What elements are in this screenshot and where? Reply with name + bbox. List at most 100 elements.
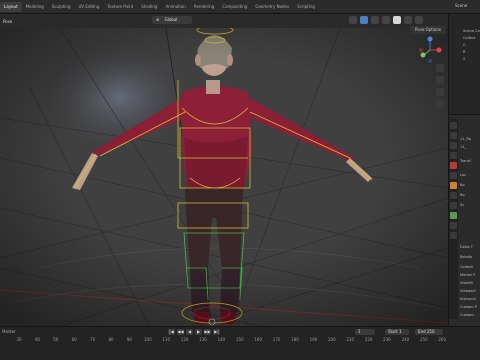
view-layer-tab-icon[interactable] bbox=[450, 152, 457, 159]
navigation-gizmo bbox=[416, 36, 444, 64]
tab-geometry-nodes[interactable]: Geometry Nodes bbox=[251, 2, 293, 12]
timeline-tick-label: 170 bbox=[272, 337, 281, 342]
timeline-tick-label: 60 bbox=[71, 337, 77, 342]
bone-tab-icon[interactable] bbox=[450, 232, 457, 239]
physics-tab-icon[interactable] bbox=[450, 202, 457, 209]
timeline-tick-label: 70 bbox=[90, 337, 96, 342]
tab-scripting[interactable]: Scripting bbox=[293, 2, 319, 12]
jump-end-icon[interactable]: ▶| bbox=[213, 329, 220, 335]
timeline-tick-label: 210 bbox=[346, 337, 355, 342]
properties-row[interactable]: Instancin bbox=[460, 297, 476, 301]
properties-row[interactable]: Collecti bbox=[460, 265, 473, 269]
timeline-tick-label: 160 bbox=[254, 337, 263, 342]
properties-tabs bbox=[449, 119, 458, 319]
jump-start-icon[interactable]: |◀ bbox=[168, 329, 175, 335]
world-tab-icon[interactable] bbox=[450, 172, 457, 179]
timeline-tick-label: 190 bbox=[309, 337, 318, 342]
timeline-marker-menu[interactable]: Marker bbox=[2, 329, 16, 334]
timeline-tick-label: 180 bbox=[291, 337, 299, 342]
start-frame-value: 1 bbox=[399, 329, 402, 334]
properties-row[interactable]: Custom bbox=[460, 313, 474, 317]
play-icon[interactable]: ▶ bbox=[195, 329, 202, 335]
data-tab-icon[interactable] bbox=[450, 222, 457, 229]
outliner-item[interactable]: R bbox=[449, 49, 480, 56]
properties-row[interactable]: 11_ bbox=[460, 145, 466, 149]
end-frame-label: End bbox=[418, 329, 426, 334]
end-frame-field[interactable]: End 250 bbox=[415, 329, 443, 335]
properties-row[interactable]: Loc bbox=[460, 173, 466, 177]
visibility-icon[interactable] bbox=[349, 16, 357, 24]
pose-options-button[interactable]: Pose Options bbox=[410, 26, 446, 34]
tab-shading[interactable]: Shading bbox=[137, 2, 161, 12]
timeline-tick-label: 140 bbox=[217, 337, 226, 342]
solid-shading-icon[interactable] bbox=[393, 16, 401, 24]
render-shading-icon[interactable] bbox=[415, 16, 423, 24]
tab-layout[interactable]: Layout bbox=[0, 2, 22, 12]
outliner-item[interactable]: Scene Col bbox=[449, 28, 480, 35]
timeline-tick-label: 260 bbox=[438, 337, 447, 342]
timeline-tick-label: 100 bbox=[143, 337, 152, 342]
timeline-tick-label: 40 bbox=[34, 337, 40, 342]
3d-viewport[interactable] bbox=[0, 28, 448, 326]
orientation-icon: ⊕ bbox=[156, 17, 160, 22]
mode-label[interactable]: Pose bbox=[3, 19, 12, 24]
outliner[interactable]: Scene Col Collect C R 2 bbox=[448, 14, 480, 114]
tab-uv-editing[interactable]: UV Editing bbox=[75, 2, 104, 12]
properties-row[interactable]: 11_Ro bbox=[460, 137, 471, 141]
render-tab-icon[interactable] bbox=[450, 132, 457, 139]
start-frame-field[interactable]: Start 1 bbox=[385, 329, 409, 335]
outliner-item[interactable]: 2 bbox=[449, 56, 480, 63]
properties-row[interactable]: Relatio bbox=[460, 255, 472, 259]
modifier-tab-icon[interactable] bbox=[450, 192, 457, 199]
end-frame-value: 250 bbox=[426, 329, 435, 334]
timeline-ruler[interactable]: 30 40 50 60 70 80 90 100 110 120 130 140 150 160 170 18… bbox=[0, 337, 448, 347]
timeline-tick-label: 130 bbox=[199, 337, 207, 342]
properties-row[interactable]: Delta T bbox=[460, 245, 473, 249]
properties-row[interactable]: Visibilit bbox=[460, 281, 473, 285]
outliner-item[interactable]: Collect bbox=[449, 35, 480, 42]
next-keyframe-icon[interactable]: ▶▶ bbox=[204, 329, 211, 335]
constraint-tab-icon[interactable] bbox=[450, 212, 457, 219]
material-shading-icon[interactable] bbox=[404, 16, 412, 24]
properties-row[interactable]: Ro bbox=[460, 193, 465, 197]
current-frame-field[interactable]: 1 bbox=[355, 329, 375, 335]
prev-keyframe-icon[interactable]: ◀◀ bbox=[177, 329, 184, 335]
viewport-shading-buttons bbox=[349, 16, 423, 24]
properties-row[interactable]: Motion F bbox=[460, 273, 475, 277]
timeline-tick-label: 30 bbox=[16, 337, 22, 342]
tab-texture-paint[interactable]: Texture Paint bbox=[103, 2, 137, 12]
outliner-item[interactable]: C bbox=[449, 42, 480, 49]
timeline-tick-label: 150 bbox=[235, 337, 244, 342]
properties-row[interactable]: Sc bbox=[460, 203, 464, 207]
output-tab-icon[interactable] bbox=[450, 142, 457, 149]
tab-compositing[interactable]: Compositing bbox=[218, 2, 251, 12]
timeline[interactable]: Marker |◀ ◀◀ ◀ ▶ ▶▶ ▶| 1 Start 1 End 250… bbox=[0, 326, 480, 360]
timeline-tick-label: 110 bbox=[162, 337, 171, 342]
properties-row[interactable]: Transf bbox=[460, 159, 471, 163]
playback-controls: |◀ ◀◀ ◀ ▶ ▶▶ ▶| bbox=[168, 329, 220, 335]
timeline-tick-label: 200 bbox=[327, 337, 336, 342]
tab-rendering[interactable]: Rendering bbox=[190, 2, 218, 12]
top-bar: Layout Modeling Sculpting UV Editing Texture… bbox=[0, 0, 480, 14]
play-reverse-icon[interactable]: ◀ bbox=[186, 329, 193, 335]
scene-name[interactable]: Scene bbox=[455, 3, 467, 8]
gizmo-icon[interactable] bbox=[360, 16, 368, 24]
properties-row[interactable]: Ro bbox=[460, 183, 465, 187]
properties-editor[interactable]: 11_Ro 11_ Transf Loc Ro Ro Sc Delta T Relatio Col… bbox=[448, 114, 480, 326]
timeline-tick-label: 50 bbox=[53, 337, 59, 342]
tab-animation[interactable]: Animation bbox=[161, 2, 189, 12]
object-tab-icon[interactable] bbox=[450, 182, 457, 189]
timeline-tick-label: 230 bbox=[383, 337, 391, 342]
tab-sculpting[interactable]: Sculpting bbox=[48, 2, 75, 12]
properties-row[interactable]: Custom P bbox=[460, 305, 477, 309]
properties-row[interactable]: Viewport bbox=[460, 289, 476, 293]
tab-modeling[interactable]: Modeling bbox=[22, 2, 48, 12]
transform-orientation-label: Global bbox=[164, 17, 178, 22]
timeline-tick-label: 220 bbox=[364, 337, 373, 342]
transform-orientation-dropdown[interactable]: ⊕ Global bbox=[152, 16, 192, 24]
viewport-scene bbox=[0, 28, 448, 326]
overlay-icon[interactable] bbox=[371, 16, 379, 24]
tool-tab-icon[interactable] bbox=[450, 122, 457, 129]
scene-tab-icon[interactable] bbox=[450, 162, 457, 169]
xray-icon[interactable] bbox=[382, 16, 390, 24]
